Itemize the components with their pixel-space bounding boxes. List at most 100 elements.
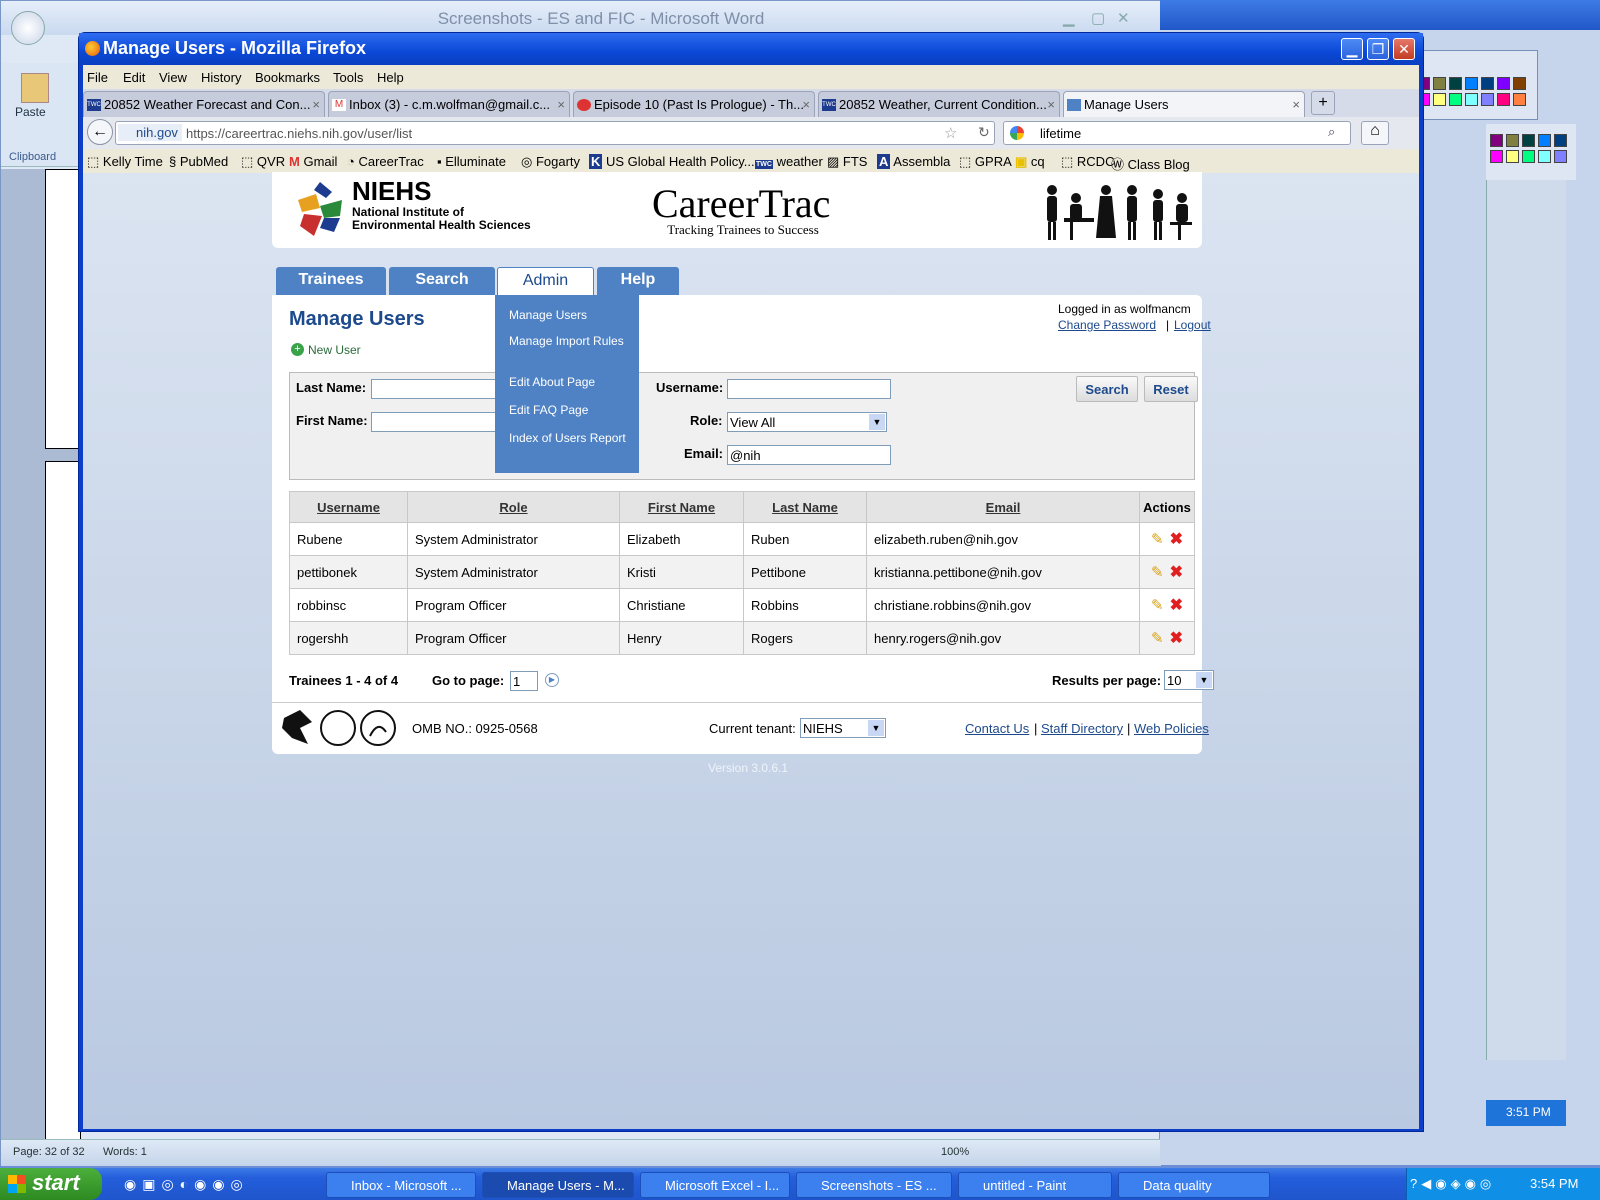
menu-view[interactable]: View bbox=[159, 70, 187, 85]
add-icon[interactable]: + bbox=[291, 343, 304, 356]
paste-button[interactable]: Paste bbox=[15, 105, 46, 119]
tab-search[interactable]: Search bbox=[389, 267, 495, 295]
edit-pencil-icon[interactable]: ✎ bbox=[1151, 563, 1164, 581]
last-name-input[interactable] bbox=[371, 379, 499, 399]
menu-history[interactable]: History bbox=[201, 70, 241, 85]
tab-gmail-inbox[interactable]: M Inbox (3) - c.m.wolfman@gmail.c... × bbox=[328, 91, 570, 117]
bookmark-assembla[interactable]: A Assembla bbox=[877, 154, 950, 169]
username-input[interactable] bbox=[727, 379, 891, 399]
edit-pencil-icon[interactable]: ✎ bbox=[1151, 596, 1164, 614]
paste-icon[interactable] bbox=[21, 73, 49, 103]
taskbar-word-screenshots[interactable]: Screenshots - ES ... bbox=[796, 1172, 952, 1198]
delete-x-icon[interactable]: ✖ bbox=[1170, 529, 1183, 549]
column-first-name[interactable]: First Name bbox=[619, 491, 744, 523]
chevron-down-icon[interactable]: ▼ bbox=[869, 414, 885, 430]
menu-tools[interactable]: Tools bbox=[333, 70, 363, 85]
bookmark-elluminate[interactable]: ▪ Elluminate bbox=[437, 154, 506, 169]
menu-item-manage-users[interactable]: Manage Users bbox=[509, 308, 629, 322]
tab-admin[interactable]: Admin bbox=[497, 267, 594, 295]
column-role[interactable]: Role bbox=[407, 491, 620, 523]
delete-x-icon[interactable]: ✖ bbox=[1170, 628, 1183, 648]
taskbar-paint[interactable]: untitled - Paint bbox=[958, 1172, 1112, 1198]
bookmark-gpra[interactable]: ⬚ GPRA bbox=[959, 154, 1012, 170]
taskbar-inbox-outlook[interactable]: Inbox - Microsoft ... bbox=[326, 1172, 476, 1198]
maximize-button[interactable]: ❐ bbox=[1367, 38, 1389, 60]
column-last-name[interactable]: Last Name bbox=[743, 491, 867, 523]
office-button[interactable] bbox=[11, 11, 45, 45]
star-icon[interactable]: ☆ bbox=[944, 124, 957, 142]
minimize-button[interactable]: ▁ bbox=[1341, 38, 1363, 60]
first-name-input[interactable] bbox=[371, 412, 499, 432]
bookmark-qvr[interactable]: ⬚ QVR bbox=[241, 154, 285, 170]
chevron-down-icon[interactable]: ▼ bbox=[868, 720, 884, 736]
goto-page-input[interactable]: 1 bbox=[510, 671, 538, 691]
delete-x-icon[interactable]: ✖ bbox=[1170, 562, 1183, 582]
new-user-link[interactable]: New User bbox=[308, 343, 361, 357]
menu-item-edit-faq-page[interactable]: Edit FAQ Page bbox=[509, 403, 629, 417]
home-icon[interactable]: ⌂ bbox=[1361, 121, 1389, 145]
tray-icons[interactable]: ?◀◉◈◉◎ bbox=[1410, 1176, 1495, 1192]
magnifier-icon[interactable]: ⌕ bbox=[1328, 124, 1335, 140]
close-tab-icon[interactable]: × bbox=[312, 97, 320, 112]
minimize-icon[interactable]: ▁ bbox=[1063, 9, 1075, 27]
tenant-select[interactable]: NIEHS ▼ bbox=[800, 718, 886, 738]
taskbar-manage-users-firefox[interactable]: Manage Users - M... bbox=[482, 1172, 634, 1198]
tab-weather-forecast[interactable]: TWC 20852 Weather Forecast and Con... × bbox=[83, 91, 325, 117]
contact-us-link[interactable]: Contact Us bbox=[965, 721, 1029, 736]
results-per-page-select[interactable]: 10 ▼ bbox=[1164, 670, 1214, 690]
bookmark-careertrac[interactable]: ◔ CareerTrac bbox=[347, 154, 424, 169]
bookmark-global-health[interactable]: K US Global Health Policy... bbox=[589, 154, 755, 169]
close-tab-icon[interactable]: × bbox=[1292, 97, 1300, 112]
edit-pencil-icon[interactable]: ✎ bbox=[1151, 530, 1164, 548]
logout-link[interactable]: Logout bbox=[1174, 318, 1211, 332]
new-tab-button[interactable]: + bbox=[1311, 91, 1335, 115]
bookmark-kelly-time[interactable]: ⬚ Kelly Time bbox=[87, 154, 163, 170]
web-policies-link[interactable]: Web Policies bbox=[1134, 721, 1209, 736]
tab-manage-users[interactable]: Manage Users × bbox=[1063, 91, 1305, 117]
column-username[interactable]: Username bbox=[289, 491, 408, 523]
tab-help[interactable]: Help bbox=[597, 267, 679, 295]
staff-directory-link[interactable]: Staff Directory bbox=[1041, 721, 1123, 736]
taskbar-data-quality-folder[interactable]: Data quality bbox=[1118, 1172, 1270, 1198]
google-icon[interactable] bbox=[1010, 126, 1024, 140]
menu-edit[interactable]: Edit bbox=[123, 70, 145, 85]
search-box[interactable]: lifetime ⌕ bbox=[1003, 121, 1351, 145]
chevron-down-icon[interactable]: ▼ bbox=[1196, 672, 1212, 688]
menu-item-index-of-users-report[interactable]: Index of Users Report bbox=[509, 431, 629, 445]
quick-launch-icons[interactable]: ◉▣◎◐◉◉◎ bbox=[124, 1176, 249, 1193]
delete-x-icon[interactable]: ✖ bbox=[1170, 595, 1183, 615]
edit-pencil-icon[interactable]: ✎ bbox=[1151, 629, 1164, 647]
close-icon[interactable]: ✕ bbox=[1117, 9, 1130, 27]
tab-weather-conditions[interactable]: TWC 20852 Weather, Current Condition... × bbox=[818, 91, 1060, 117]
reload-icon[interactable]: ↻ bbox=[978, 124, 990, 141]
menu-item-edit-about-page[interactable]: Edit About Page bbox=[509, 375, 629, 389]
bookmark-gmail[interactable]: M Gmail bbox=[289, 154, 337, 169]
close-tab-icon[interactable]: × bbox=[802, 97, 810, 112]
back-button[interactable]: ← bbox=[87, 119, 113, 145]
close-tab-icon[interactable]: × bbox=[557, 97, 565, 112]
email-input[interactable]: @nih bbox=[727, 445, 891, 465]
menu-help[interactable]: Help bbox=[377, 70, 404, 85]
bookmark-fts[interactable]: ▨ FTS bbox=[827, 154, 867, 170]
bookmark-fogarty[interactable]: ◎ Fogarty bbox=[521, 154, 580, 170]
menu-bookmarks[interactable]: Bookmarks bbox=[255, 70, 320, 85]
role-select[interactable]: View All ▼ bbox=[727, 412, 887, 432]
bookmark-rcdc[interactable]: ⬚ RCDC bbox=[1061, 154, 1114, 170]
taskbar-excel[interactable]: Microsoft Excel - I... bbox=[640, 1172, 790, 1198]
bookmark-pubmed[interactable]: § PubMed bbox=[169, 154, 228, 169]
search-button[interactable]: Search bbox=[1076, 376, 1138, 402]
change-password-link[interactable]: Change Password bbox=[1058, 318, 1156, 332]
reset-button[interactable]: Reset bbox=[1144, 376, 1198, 402]
bookmark-weather[interactable]: TWC weather bbox=[755, 154, 823, 169]
close-tab-icon[interactable]: × bbox=[1047, 97, 1055, 112]
close-button[interactable]: ✕ bbox=[1393, 38, 1415, 60]
bookmark-cq[interactable]: ▣ cq bbox=[1015, 154, 1045, 170]
bookmark-class-blog[interactable]: Ⓦ Class Blog bbox=[1111, 154, 1190, 173]
column-email[interactable]: Email bbox=[866, 491, 1140, 523]
maximize-icon[interactable]: ▢ bbox=[1091, 9, 1105, 27]
url-bar[interactable]: nih.gov https://careertrac.niehs.nih.gov… bbox=[115, 121, 995, 145]
menu-item-manage-import-rules[interactable]: Manage Import Rules bbox=[509, 334, 629, 348]
go-arrow-icon[interactable]: ▶ bbox=[545, 673, 559, 687]
tab-trainees[interactable]: Trainees bbox=[276, 267, 386, 295]
site-identity[interactable]: nih.gov bbox=[118, 124, 182, 141]
